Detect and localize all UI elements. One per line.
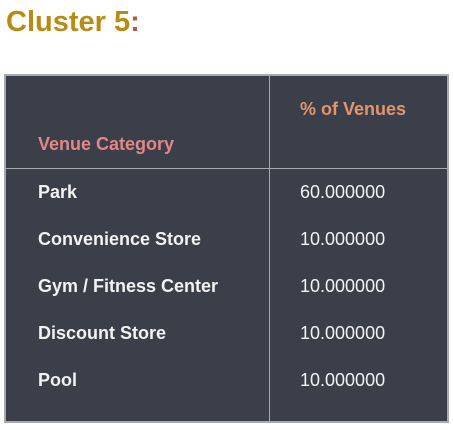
venue-category-cell: Discount Store [38, 323, 167, 343]
venue-category-cell: Pool [38, 370, 77, 390]
percent-cell: 60.000000 [300, 182, 386, 202]
venue-category-cell: Gym / Fitness Center [38, 276, 219, 296]
column-header-percent-of-venues: % of Venues [300, 99, 407, 119]
cluster-heading: Cluster 5: [6, 4, 140, 40]
venue-table: Venue Category % of Venues Park 60.00000… [4, 74, 449, 423]
percent-cell: 10.000000 [300, 276, 386, 296]
table-row: Convenience Store 10.000000 [6, 216, 447, 263]
cluster-heading-colon: : [130, 6, 140, 38]
venue-category-cell: Park [38, 182, 78, 202]
cluster-heading-text: Cluster 5 [6, 6, 131, 38]
table-row: Park 60.000000 [6, 169, 447, 216]
percent-cell: 10.000000 [300, 370, 386, 390]
table-row: Gym / Fitness Center 10.000000 [6, 263, 447, 310]
table-row: Discount Store 10.000000 [6, 310, 447, 357]
venue-category-cell: Convenience Store [38, 229, 202, 249]
percent-cell: 10.000000 [300, 323, 386, 343]
column-header-venue-category: Venue Category [38, 134, 175, 154]
table-row: Pool 10.000000 [6, 357, 447, 404]
percent-cell: 10.000000 [300, 229, 386, 249]
